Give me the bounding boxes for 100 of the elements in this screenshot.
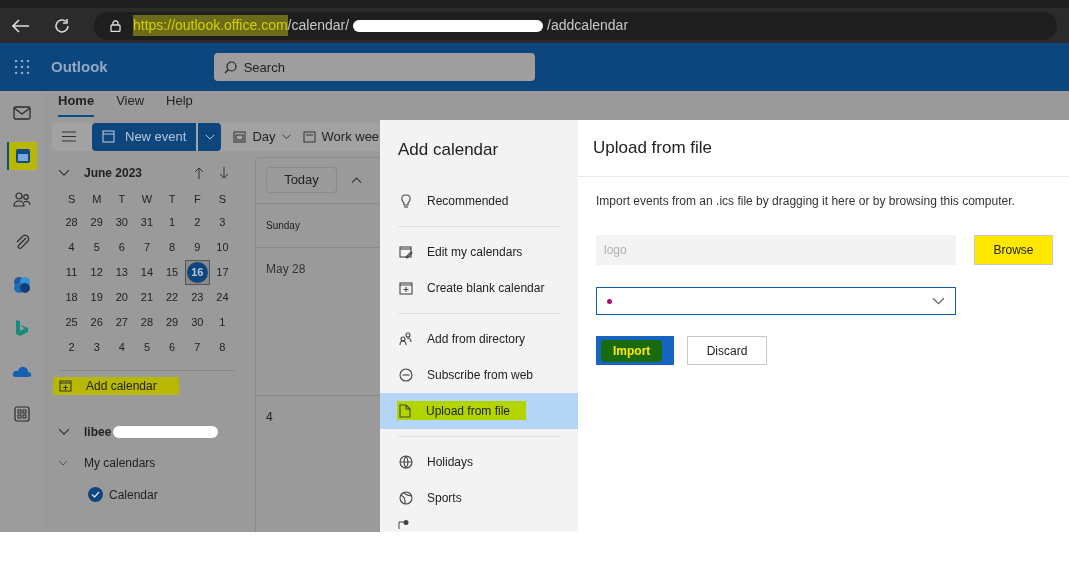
reload-icon[interactable]	[54, 17, 70, 34]
calendar-day[interactable]: 22	[159, 284, 185, 310]
calendar-day[interactable]: 12	[84, 259, 110, 285]
week-view-icon	[302, 130, 316, 143]
calendar-day[interactable]: 13	[109, 259, 135, 285]
weekday-label: F	[192, 191, 202, 207]
calendar-day[interactable]: 6	[159, 334, 185, 360]
add-calendar-button[interactable]: Add calendar	[53, 376, 179, 395]
calendar-day[interactable]: 21	[134, 284, 160, 310]
calendar-day[interactable]: 7	[184, 334, 210, 360]
today-button[interactable]: Today	[266, 167, 337, 193]
calendar-day[interactable]: 7	[134, 234, 160, 260]
calendar-day[interactable]: 2	[59, 334, 85, 360]
day-header: Sunday	[266, 218, 300, 233]
new-event-button[interactable]: New event	[92, 122, 197, 151]
calendar-day[interactable]: 10	[209, 234, 235, 260]
chevron-down-icon	[204, 133, 215, 140]
dropdown-button[interactable]	[197, 122, 222, 151]
weekday-label: T	[167, 191, 177, 207]
dialog-nav-item[interactable]: Upload from file	[380, 392, 578, 429]
calendar-checkbox[interactable]	[88, 487, 103, 502]
calendar-day[interactable]: 28	[134, 309, 160, 335]
calendar-day[interactable]: 17	[209, 259, 235, 285]
ball-icon	[399, 490, 413, 505]
calendar-day[interactable]: 3	[84, 334, 110, 360]
calendar-day[interactable]: 5	[134, 334, 160, 360]
import-button[interactable]: Import	[596, 336, 674, 365]
collapse-icon[interactable]	[58, 459, 68, 466]
chevron-down-icon	[281, 133, 291, 140]
calendar-day[interactable]: 15	[159, 259, 185, 285]
check-icon	[91, 491, 100, 498]
calendar-day[interactable]: 8	[159, 234, 185, 260]
calendar-day[interactable]: 25	[59, 309, 85, 335]
next-month-icon[interactable]	[219, 166, 230, 179]
menu-icon[interactable]	[62, 131, 76, 142]
people-icon	[399, 331, 413, 346]
calendar-day[interactable]: 20	[109, 284, 135, 310]
calendar-day[interactable]: 19	[84, 284, 110, 310]
view-button[interactable]: Day	[233, 126, 291, 147]
rail-button[interactable]	[7, 142, 37, 170]
paperclip-icon	[14, 234, 30, 250]
calendar-day[interactable]: 8	[209, 334, 235, 360]
search-icon	[223, 61, 237, 74]
search-field[interactable]: Search	[213, 53, 535, 81]
dialog-nav-item[interactable]: Subscribe from web	[380, 356, 578, 393]
office-icon	[13, 276, 31, 294]
view-button[interactable]: Work wee	[302, 126, 380, 147]
calendar-day[interactable]: 1	[209, 309, 235, 335]
calendar-day[interactable]: 5	[84, 234, 110, 260]
calendar-day[interactable]: 9	[184, 234, 210, 260]
calendar-day[interactable]: 3	[209, 209, 235, 235]
calendar-day[interactable]: 26	[84, 309, 110, 335]
weekday-label: T	[117, 191, 127, 207]
back-icon[interactable]	[12, 18, 30, 33]
dialog-nav-item[interactable]: Sports	[380, 479, 578, 516]
weekday-label: W	[140, 191, 154, 207]
calendar-day[interactable]: 31	[134, 209, 160, 235]
people-icon	[13, 191, 31, 207]
dialog-nav-item[interactable]: Holidays	[380, 443, 578, 480]
calendar-day[interactable]: 2	[184, 209, 210, 235]
url-text: https://outlook.office.com/calendar/ /addcalendar	[133, 15, 629, 36]
ribbon-tab[interactable]: Home	[58, 91, 95, 117]
calendar-day[interactable]: 23	[184, 284, 210, 310]
calendar-day[interactable]: 30	[109, 209, 135, 235]
calendar-day[interactable]: 11	[59, 259, 85, 285]
mail-icon	[13, 106, 31, 120]
ribbon-tab[interactable]: Help	[166, 91, 193, 117]
browse-button[interactable]: Browse	[974, 235, 1053, 265]
calendar-day[interactable]: 16	[184, 259, 210, 285]
weekday-label: M	[91, 191, 103, 207]
calendar-day[interactable]: 24	[209, 284, 235, 310]
ribbon-tab[interactable]: View	[116, 91, 145, 117]
discard-button[interactable]: Discard	[687, 336, 767, 365]
dialog-nav-item[interactable]: Edit my calendars	[380, 233, 578, 270]
previous-month-icon[interactable]	[194, 166, 205, 179]
calendar-day[interactable]: 14	[134, 259, 160, 285]
calendar-day[interactable]: 28	[59, 209, 85, 235]
dialog-nav-item[interactable]: Recommended	[380, 182, 578, 219]
address-bar[interactable]: https://outlook.office.com/calendar/ /addcalendar	[94, 11, 1057, 40]
calendar-add-icon	[59, 379, 72, 392]
calendar-day[interactable]: 18	[59, 284, 85, 310]
app-name: Outlook	[51, 56, 108, 77]
globe-icon	[399, 454, 413, 469]
calendar-select[interactable]	[596, 287, 956, 315]
app-launcher-icon[interactable]	[15, 60, 29, 74]
group-label: My calendars	[84, 454, 156, 472]
calendar-day[interactable]: 4	[59, 234, 85, 260]
calendar-day[interactable]: 30	[184, 309, 210, 335]
dialog-nav-item[interactable]: Add from directory	[380, 320, 578, 357]
calendar-day[interactable]: 1	[159, 209, 185, 235]
file-icon	[398, 403, 412, 418]
calendar-day[interactable]: 29	[159, 309, 185, 335]
apps-icon	[14, 406, 30, 422]
calendar-day[interactable]: 6	[109, 234, 135, 260]
account-name: libee	[84, 423, 112, 441]
calendar-day[interactable]: 27	[109, 309, 135, 335]
dialog-nav-item[interactable]: Create blank calendar	[380, 269, 578, 306]
calendar-day[interactable]: 4	[109, 334, 135, 360]
weekday-label: S	[66, 191, 77, 207]
calendar-day[interactable]: 29	[84, 209, 110, 235]
